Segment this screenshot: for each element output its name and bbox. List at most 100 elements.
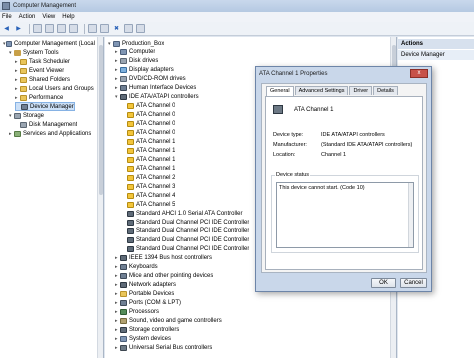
general-tab-panel: ATA Channel 1 Device type: IDE ATA/ATAPI… [265,96,423,270]
device-tree-item[interactable]: ▸ Sound, video and game controllers [115,316,222,325]
device-tree-item[interactable]: ATA Channel 5 [122,200,175,209]
tab-driver[interactable]: Driver [349,86,373,95]
menu-bar: File Action View Help [0,12,474,22]
device-tree-label: Standard Dual Channel PCI IDE Controller [136,228,250,235]
nav-tree-item[interactable]: ▸ Shared Folders [15,75,70,84]
nav-tree-item[interactable]: ▸ Event Viewer [15,66,64,75]
ok-button[interactable]: OK [371,278,396,288]
device-tree-item[interactable]: ▸ Disk drives [115,57,158,66]
device-name: ATA Channel 1 [294,107,334,113]
device-tree-item[interactable]: ATA Channel 0 [122,129,175,138]
device-tree-item[interactable]: ▾ IDE ATA/ATAPI controllers [115,93,199,102]
left-scrollbar[interactable] [97,37,103,358]
menu-view[interactable]: View [42,14,55,20]
disk-icon [120,58,127,65]
device-tree-label: ATA Channel 0 [136,121,176,128]
forward-arrow-icon[interactable]: ▶ [14,24,23,33]
warning-icon [127,165,134,172]
nav-tree-item[interactable]: Device Manager [15,102,75,111]
device-tree-item[interactable]: ▸ Human Interface Devices [115,84,196,93]
back-arrow-icon[interactable]: ◀ [2,24,11,33]
device-tree-item[interactable]: Standard Dual Channel PCI IDE Controller [122,227,249,236]
device-tree-item[interactable]: Standard Dual Channel PCI IDE Controller [122,245,249,254]
menu-file[interactable]: File [2,14,12,20]
tab-details[interactable]: Details [373,86,398,95]
nav-tree-item[interactable]: ▸ Performance [15,93,63,102]
nav-tree-item[interactable]: ▸ Task Scheduler [15,57,70,66]
warning-icon [127,156,134,163]
warning-icon [127,201,134,208]
device-tree-item[interactable]: ATA Channel 1 [122,137,175,146]
device-tree-item[interactable]: ▸ Portable Devices [115,290,174,299]
device-tree-item[interactable]: ▸ DVD/CD-ROM drives [115,75,186,84]
device-tree-item[interactable]: ▸ Universal Serial Bus controllers [115,343,212,352]
scan-hardware-icon[interactable] [88,24,97,33]
device-tree-item[interactable]: ▸ Display adapters [115,66,174,75]
computer-icon [120,49,127,56]
chip-icon [127,210,134,217]
enable-device-icon[interactable] [136,24,145,33]
device-status-text[interactable]: This device cannot start. (Code 10) [276,182,414,248]
close-button[interactable]: x [410,69,428,78]
device-tree-item[interactable]: ▾ Production_Box [108,39,164,48]
actions-header: Actions [398,39,474,49]
device-tree-item[interactable]: Standard Dual Channel PCI IDE Controller [122,236,249,245]
device-tree-item[interactable]: ▸ IEEE 1394 Bus host controllers [115,254,212,263]
nav-tree-item[interactable]: ▾ System Tools [9,48,59,57]
device-tree-item[interactable]: ATA Channel 0 [122,120,175,129]
device-tree-label: ATA Channel 1 [136,165,176,172]
device-tree-item[interactable]: ▸ Storage controllers [115,325,179,334]
up-folder-icon[interactable] [33,24,42,33]
warning-icon [127,147,134,154]
nav-tree-item[interactable]: ▸ Local Users and Groups [15,84,94,93]
nav-tree-item[interactable]: ▾ Computer Management (Local [3,39,95,48]
device-tree-item[interactable]: ▸ System devices [115,334,171,343]
device-tree-label: ATA Channel 0 [136,103,176,110]
disable-device-icon[interactable] [124,24,133,33]
device-tree-item[interactable]: ▸ Processors [115,308,159,317]
device-tree-item[interactable]: Standard AHCI 1.0 Serial ATA Controller [122,209,243,218]
device-tree-item[interactable]: ATA Channel 2 [122,173,175,182]
device-tree-item[interactable]: ▸ Keyboards [115,263,158,272]
device-tree-item[interactable]: ▸ Network adapters [115,281,176,290]
status-scrollbar[interactable] [408,183,413,247]
nav-tree-item[interactable]: Disk Management [15,120,77,129]
device-tree-label: Disk drives [129,58,159,65]
uninstall-icon[interactable]: ✖ [112,24,121,33]
cancel-button[interactable]: Cancel [400,278,427,288]
help-icon[interactable] [69,24,78,33]
device-tree-item[interactable]: ▸ Mice and other pointing devices [115,272,213,281]
device-tree-item[interactable]: ATA Channel 1 [122,164,175,173]
actions-device-manager[interactable]: Device Manager [398,50,474,60]
ide-controller-icon [273,105,283,114]
menu-help[interactable]: Help [62,14,74,20]
device-tree-item[interactable]: ATA Channel 0 [122,111,175,120]
show-hide-tree-icon[interactable] [45,24,54,33]
device-tree-item[interactable]: Standard Dual Channel PCI IDE Controller [122,218,249,227]
device-tree-item[interactable]: ▸ Computer [115,48,155,57]
tab-general[interactable]: General [266,86,294,96]
device-tree-label: ATA Channel 4 [136,192,176,199]
device-status-group: Device status This device cannot start. … [271,172,419,253]
nav-tree-label: Event Viewer [29,67,65,74]
device-icon [120,300,127,307]
device-status-title: Device status [275,172,311,178]
device-tree-item[interactable]: ATA Channel 1 [122,155,175,164]
device-tree-item[interactable]: ATA Channel 3 [122,182,175,191]
nav-tree-item[interactable]: ▾ Storage [9,111,44,120]
folder-icon [20,58,27,65]
toolbar-separator [84,23,85,34]
device-tree-item[interactable]: ATA Channel 1 [122,146,175,155]
chip-icon [127,219,134,226]
update-driver-icon[interactable] [100,24,109,33]
device-tree-item[interactable]: ATA Channel 4 [122,191,175,200]
device-tree-item[interactable]: ▸ Ports (COM & LPT) [115,299,181,308]
menu-action[interactable]: Action [19,14,36,20]
properties-icon[interactable] [57,24,66,33]
warning-icon [127,192,134,199]
device-tree-item[interactable]: ATA Channel 0 [122,102,175,111]
tab-advanced-settings[interactable]: Advanced Settings [294,86,349,95]
nav-tree-item[interactable]: ▸ Services and Applications [9,129,91,138]
chip-icon [120,255,127,262]
computer-icon [6,40,12,47]
